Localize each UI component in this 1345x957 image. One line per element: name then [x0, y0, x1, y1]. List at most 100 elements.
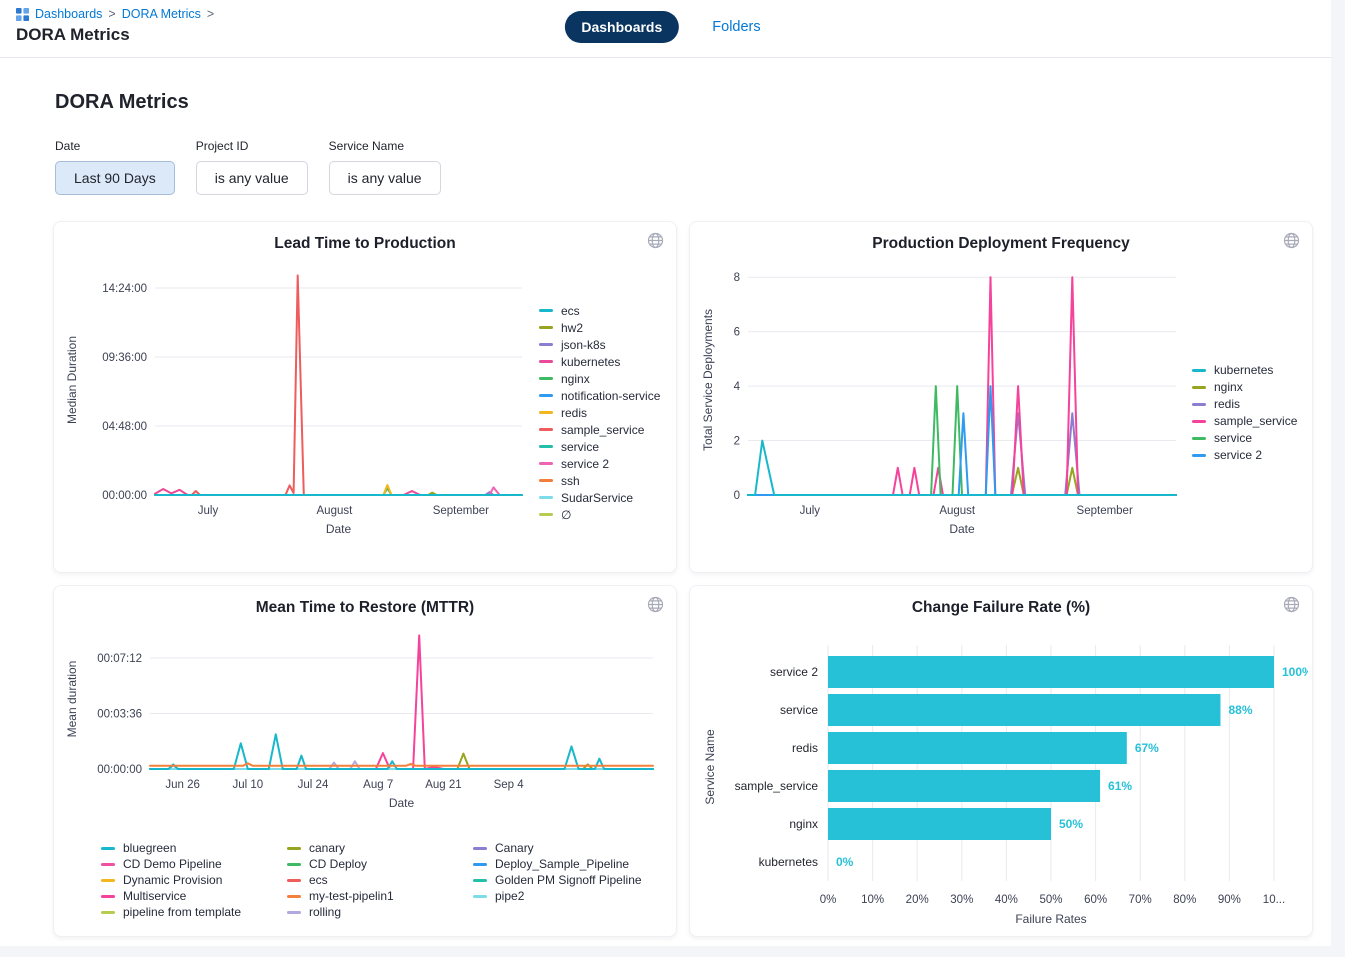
legend-item[interactable]: Dynamic Provision: [101, 872, 287, 888]
legend-item[interactable]: Golden PM Signoff Pipeline: [473, 872, 676, 888]
svg-text:67%: 67%: [1135, 741, 1159, 755]
legend-item[interactable]: ecs: [539, 304, 660, 318]
globe-icon[interactable]: [1283, 596, 1300, 613]
breadcrumb-link-dashboards[interactable]: Dashboards: [35, 7, 102, 21]
breadcrumb-separator: >: [108, 7, 115, 21]
date-filter-button[interactable]: Last 90 Days: [55, 161, 175, 195]
legend-label: CD Deploy: [309, 857, 367, 871]
legend-item[interactable]: sample_service: [1192, 414, 1297, 428]
legend-swatch: [1192, 403, 1206, 406]
legend-label: CD Demo Pipeline: [123, 857, 222, 871]
legend-swatch: [539, 462, 553, 465]
legend-item[interactable]: sample_service: [539, 423, 660, 437]
legend-swatch: [287, 895, 301, 898]
legend-swatch: [1192, 437, 1206, 440]
service-name-filter-button[interactable]: is any value: [329, 161, 441, 195]
legend-item[interactable]: bluegreen: [101, 840, 287, 856]
legend-item[interactable]: Multiservice: [101, 888, 287, 904]
legend-item[interactable]: nginx: [1192, 380, 1297, 394]
legend-item[interactable]: hw2: [539, 321, 660, 335]
legend-label: bluegreen: [123, 841, 176, 855]
svg-text:Jun 26: Jun 26: [165, 779, 200, 791]
legend-label: service: [561, 440, 599, 454]
legend-label: canary: [309, 841, 345, 855]
mttr-chart-canvas[interactable]: 00:00:0000:03:3600:07:12Jun 26Jul 10Jul …: [60, 617, 676, 828]
legend-label: json-k8s: [561, 338, 606, 352]
breadcrumb-link-dora-metrics[interactable]: DORA Metrics: [122, 7, 201, 21]
tile-lead-time: Lead Time to Production 00:00:0004:48:00…: [53, 221, 677, 573]
legend-item[interactable]: ssh: [539, 474, 660, 488]
legend-swatch: [473, 895, 487, 898]
legend-label: Canary: [495, 841, 534, 855]
legend-item[interactable]: canary: [287, 840, 473, 856]
lead-time-chart-canvas[interactable]: 00:00:0004:48:0009:36:0014:24:00JulyAugu…: [60, 253, 535, 572]
svg-text:July: July: [198, 505, 219, 517]
legend-item[interactable]: redis: [539, 406, 660, 420]
tab-dashboards[interactable]: Dashboards: [564, 11, 679, 43]
legend-label: service 2: [561, 457, 609, 471]
deploy-freq-svg[interactable]: 02468JulyAugustSeptemberDateTotal Servic…: [696, 253, 1188, 567]
legend-item[interactable]: rolling: [287, 904, 473, 920]
legend-item[interactable]: kubernetes: [1192, 363, 1297, 377]
lead-time-svg[interactable]: 00:00:0004:48:0009:36:0014:24:00JulyAugu…: [60, 253, 535, 567]
legend-item[interactable]: service 2: [539, 457, 660, 471]
legend-item[interactable]: CD Demo Pipeline: [101, 856, 287, 872]
legend-label: rolling: [309, 905, 341, 919]
legend-swatch: [539, 496, 553, 499]
filter-date: Date Last 90 Days: [55, 139, 175, 195]
svg-text:14:24:00: 14:24:00: [102, 283, 147, 295]
legend-item[interactable]: nginx: [539, 372, 660, 386]
svg-text:50%: 50%: [1059, 817, 1083, 831]
deployment-frequency-chart-canvas[interactable]: 02468JulyAugustSeptemberDateTotal Servic…: [696, 253, 1188, 572]
legend-swatch: [539, 479, 553, 482]
dashboard-main: DORA Metrics Date Last 90 Days Project I…: [0, 91, 1331, 937]
legend-label: kubernetes: [1214, 363, 1273, 377]
tile-title: Production Deployment Frequency: [690, 235, 1312, 253]
legend-swatch: [539, 411, 553, 414]
legend-label: nginx: [561, 372, 590, 386]
svg-text:8: 8: [734, 272, 740, 284]
mttr-svg[interactable]: 00:00:0000:03:3600:07:12Jun 26Jul 10Jul …: [60, 617, 668, 823]
legend-item[interactable]: SudarService: [539, 491, 660, 505]
legend-item[interactable]: ∅: [539, 508, 660, 522]
legend-item[interactable]: Canary: [473, 840, 676, 856]
legend-label: redis: [1214, 397, 1240, 411]
legend-swatch: [539, 309, 553, 312]
legend-item[interactable]: redis: [1192, 397, 1297, 411]
legend-item[interactable]: pipeline from template: [101, 904, 287, 920]
legend-swatch: [539, 360, 553, 363]
legend-item[interactable]: CD Deploy: [287, 856, 473, 872]
legend-swatch: [473, 847, 487, 850]
legend-item[interactable]: my-test-pipelin1: [287, 888, 473, 904]
tile-title: Lead Time to Production: [54, 235, 676, 253]
legend-item[interactable]: service: [539, 440, 660, 454]
legend-item[interactable]: pipe2: [473, 888, 676, 904]
project-id-filter-button[interactable]: is any value: [196, 161, 308, 195]
tile-title: Change Failure Rate (%): [690, 599, 1312, 617]
change-failure-rate-chart-canvas[interactable]: 0%10%20%30%40%50%60%70%80%90%10...servic…: [696, 617, 1312, 934]
svg-text:redis: redis: [792, 741, 818, 755]
legend-item[interactable]: service 2: [1192, 448, 1297, 462]
legend-item[interactable]: json-k8s: [539, 338, 660, 352]
svg-text:September: September: [433, 505, 489, 517]
svg-text:August: August: [939, 505, 976, 517]
tab-folders[interactable]: Folders: [706, 18, 766, 36]
legend-item[interactable]: notification-service: [539, 389, 660, 403]
globe-icon[interactable]: [647, 596, 664, 613]
legend-label: Dynamic Provision: [123, 873, 222, 887]
legend-swatch: [473, 863, 487, 866]
change-failure-rate-svg[interactable]: 0%10%20%30%40%50%60%70%80%90%10...servic…: [696, 617, 1308, 929]
legend-swatch: [1192, 369, 1206, 372]
svg-text:service 2: service 2: [770, 665, 818, 679]
legend-label: Multiservice: [123, 889, 186, 903]
globe-icon[interactable]: [1283, 232, 1300, 249]
deployment-frequency-legend: kubernetes nginx redis sample_serviceservic…: [1188, 363, 1297, 462]
globe-icon[interactable]: [647, 232, 664, 249]
svg-text:0: 0: [734, 490, 740, 502]
legend-item[interactable]: kubernetes: [539, 355, 660, 369]
legend-item[interactable]: service: [1192, 431, 1297, 445]
svg-text:0%: 0%: [836, 855, 854, 869]
svg-text:09:36:00: 09:36:00: [102, 352, 147, 364]
legend-item[interactable]: Deploy_Sample_Pipeline: [473, 856, 676, 872]
legend-item[interactable]: ecs: [287, 872, 473, 888]
